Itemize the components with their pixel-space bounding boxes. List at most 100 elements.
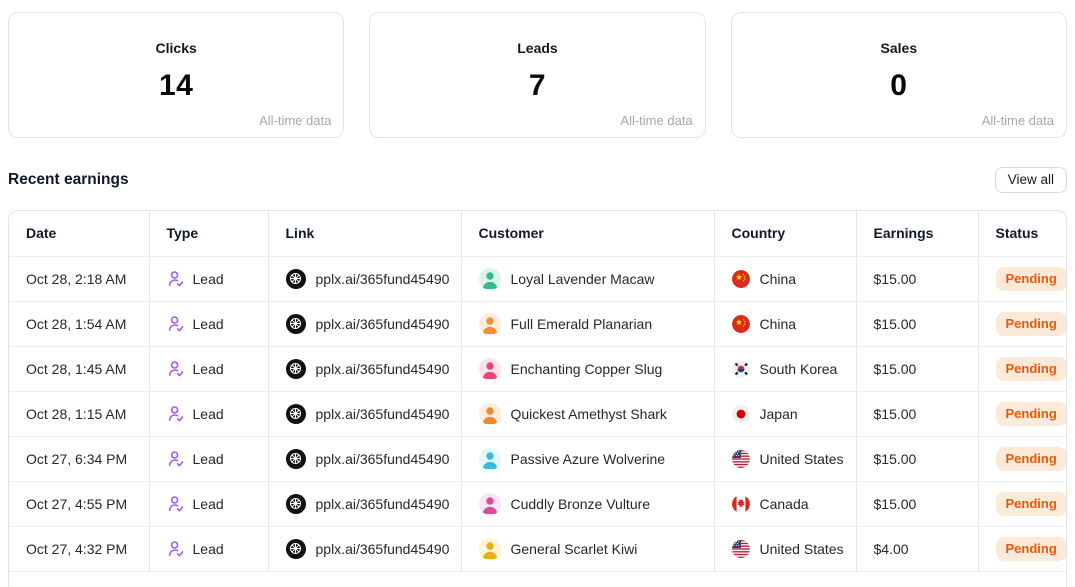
column-header-country: Country — [714, 211, 856, 256]
status-badge: Pending — [996, 492, 1067, 516]
earnings-cell: $4.00 — [874, 541, 909, 557]
sales-card-footnote: All-time data — [982, 113, 1054, 128]
sales-card: Sales 0 All-time data — [731, 12, 1067, 138]
status-badge: Pending — [996, 447, 1067, 471]
united-states-flag-icon — [732, 540, 750, 558]
customer-avatar person-icon — [479, 448, 501, 470]
earnings-table-container: Date Type Link Customer Country Earnings… — [8, 210, 1067, 587]
link-cell: pplx.ai/365fund45490 — [316, 451, 450, 467]
table-row: Oct 28, 1:15 AM Lead pplx.ai/365fund4549… — [9, 391, 1066, 436]
south-korea-flag-icon — [732, 360, 750, 378]
status-badge: Pending — [996, 537, 1067, 561]
user-check-icon — [167, 495, 185, 513]
china-flag-icon — [732, 270, 750, 288]
view-all-button[interactable]: View all — [995, 167, 1067, 193]
customer-cell: Full Emerald Planarian — [511, 316, 653, 332]
date-cell: Oct 28, 1:15 AM — [26, 406, 126, 422]
type-cell: Lead — [193, 496, 224, 512]
section-title: Recent earnings — [8, 171, 129, 189]
column-header-status: Status — [978, 211, 1066, 256]
type-cell: Lead — [193, 316, 224, 332]
country-cell: China — [760, 271, 797, 287]
table-header-row: Date Type Link Customer Country Earnings… — [9, 211, 1066, 256]
date-cell: Oct 28, 1:54 AM — [26, 316, 126, 332]
table-row: Oct 28, 1:54 AM Lead pplx.ai/365fund4549… — [9, 301, 1066, 346]
link-cell: pplx.ai/365fund45490 — [316, 541, 450, 557]
dashboard-page: Clicks 14 All-time data Leads 7 All-time… — [0, 0, 1075, 587]
customer-avatar person-icon — [479, 538, 501, 560]
country-cell: South Korea — [760, 361, 838, 377]
link-cell: pplx.ai/365fund45490 — [316, 361, 450, 377]
globe-icon — [286, 314, 306, 334]
link-cell: pplx.ai/365fund45490 — [316, 271, 450, 287]
type-cell: Lead — [193, 406, 224, 422]
user-check-icon — [167, 270, 185, 288]
earnings-cell: $15.00 — [874, 316, 917, 332]
user-check-icon — [167, 405, 185, 423]
customer-cell: Passive Azure Wolverine — [511, 451, 666, 467]
china-flag-icon — [732, 315, 750, 333]
link-cell: pplx.ai/365fund45490 — [316, 406, 450, 422]
globe-icon — [286, 539, 306, 559]
country-cell: United States — [760, 541, 844, 557]
user-check-icon — [167, 360, 185, 378]
leads-card: Leads 7 All-time data — [369, 12, 705, 138]
country-cell: Canada — [760, 496, 809, 512]
customer-avatar person-icon — [479, 493, 501, 515]
sales-card-value: 0 — [890, 69, 907, 103]
globe-icon — [286, 269, 306, 289]
customer-avatar person-icon — [479, 268, 501, 290]
customer-cell: Cuddly Bronze Vulture — [511, 496, 651, 512]
type-cell: Lead — [193, 451, 224, 467]
globe-icon — [286, 494, 306, 514]
date-cell: Oct 28, 1:45 AM — [26, 361, 126, 377]
customer-cell: Quickest Amethyst Shark — [511, 406, 667, 422]
date-cell: Oct 27, 6:34 PM — [26, 451, 127, 467]
status-badge: Pending — [996, 357, 1067, 381]
column-header-earnings: Earnings — [856, 211, 978, 256]
table-row: Oct 28, 2:18 AM Lead pplx.ai/365fund4549… — [9, 256, 1066, 301]
link-cell: pplx.ai/365fund45490 — [316, 496, 450, 512]
customer-cell: Enchanting Copper Slug — [511, 361, 663, 377]
clicks-card-value: 14 — [159, 69, 193, 103]
date-cell: Oct 27, 4:55 PM — [26, 496, 127, 512]
status-badge: Pending — [996, 402, 1067, 426]
canada-flag-icon — [732, 495, 750, 513]
table-row: Oct 28, 1:45 AM Lead pplx.ai/365fund4549… — [9, 346, 1066, 391]
country-cell: United States — [760, 451, 844, 467]
customer-cell: General Scarlet Kiwi — [511, 541, 638, 557]
globe-icon — [286, 359, 306, 379]
japan-flag-icon — [732, 405, 750, 423]
column-header-link: Link — [268, 211, 461, 256]
customer-avatar person-icon — [479, 358, 501, 380]
leads-card-footnote: All-time data — [620, 113, 692, 128]
country-cell: Japan — [760, 406, 798, 422]
column-header-customer: Customer — [461, 211, 714, 256]
user-check-icon — [167, 315, 185, 333]
table-row: Oct 27, 6:34 PM Lead pplx.ai/365fund4549… — [9, 436, 1066, 481]
clicks-card: Clicks 14 All-time data — [8, 12, 344, 138]
column-header-date: Date — [9, 211, 149, 256]
user-check-icon — [167, 540, 185, 558]
clicks-card-label: Clicks — [156, 40, 197, 56]
leads-card-value: 7 — [529, 69, 546, 103]
customer-cell: Loyal Lavender Macaw — [511, 271, 655, 287]
stat-cards: Clicks 14 All-time data Leads 7 All-time… — [8, 12, 1067, 138]
sales-card-label: Sales — [881, 40, 918, 56]
date-cell: Oct 27, 4:32 PM — [26, 541, 127, 557]
leads-card-label: Leads — [517, 40, 557, 56]
table-row: Oct 27, 4:32 PM Lead pplx.ai/365fund4549… — [9, 526, 1066, 571]
type-cell: Lead — [193, 541, 224, 557]
type-cell: Lead — [193, 271, 224, 287]
status-badge: Pending — [996, 312, 1067, 336]
earnings-cell: $15.00 — [874, 361, 917, 377]
customer-avatar person-icon — [479, 313, 501, 335]
earnings-table: Date Type Link Customer Country Earnings… — [9, 211, 1066, 587]
earnings-cell: $15.00 — [874, 451, 917, 467]
column-header-type: Type — [149, 211, 268, 256]
status-badge: Pending — [996, 267, 1067, 291]
earnings-cell: $15.00 — [874, 406, 917, 422]
globe-icon — [286, 404, 306, 424]
link-cell: pplx.ai/365fund45490 — [316, 316, 450, 332]
user-check-icon — [167, 450, 185, 468]
